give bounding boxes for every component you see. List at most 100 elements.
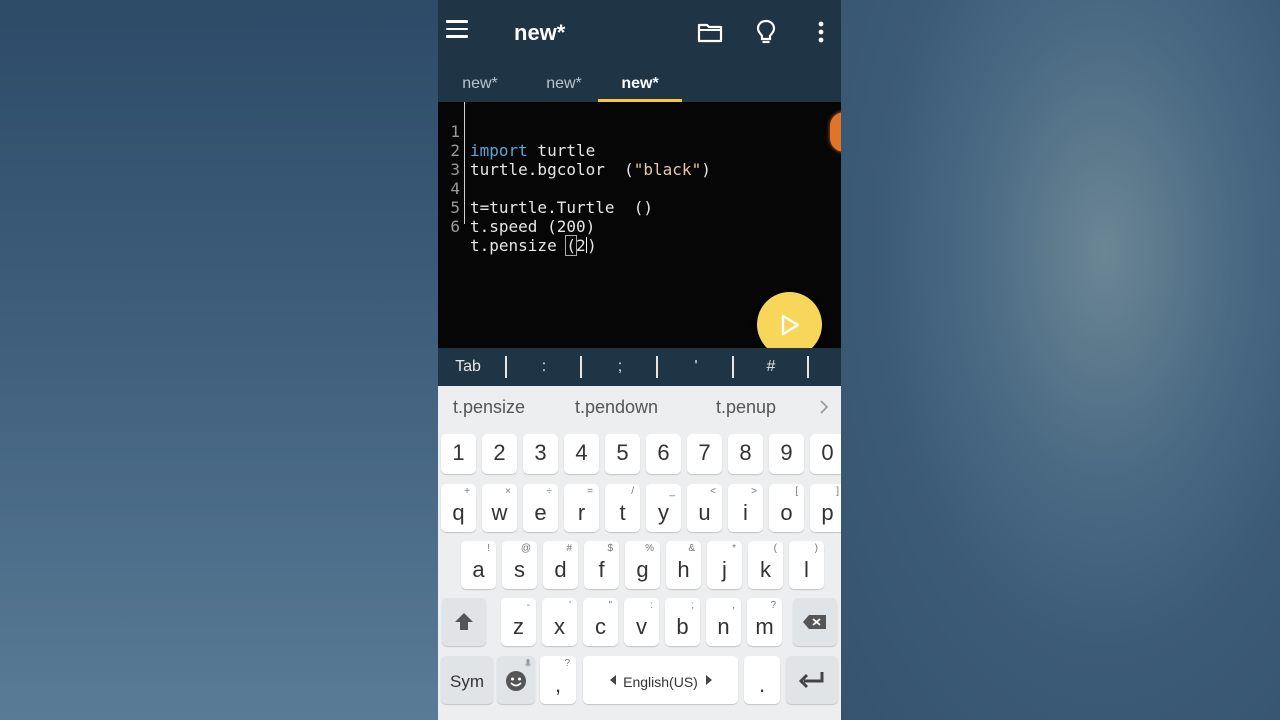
code-editor[interactable]: 1 import turtle 2 turtle.bgcolor ("black… [438, 102, 841, 357]
key-label: a [472, 557, 485, 582]
number-key-0[interactable]: 0 [810, 434, 841, 474]
key-secondary-label: # [566, 543, 572, 554]
letter-key-f[interactable]: $ f [584, 541, 619, 589]
sym-key[interactable]: Sym [441, 656, 493, 704]
matched-bracket: ( [565, 235, 577, 256]
tab-file-2[interactable]: new* [522, 66, 606, 102]
letter-key-z[interactable]: -z [501, 598, 536, 646]
tab-file-3-active[interactable]: new* [598, 66, 682, 102]
enter-key[interactable] [786, 656, 838, 704]
letter-key-o[interactable]: [o [769, 484, 804, 532]
shift-key[interactable] [442, 598, 486, 646]
key-label: o [780, 500, 793, 525]
letter-key-x[interactable]: ' x [542, 598, 577, 646]
key-secondary-label: / [631, 486, 634, 497]
letter-key-s[interactable]: @ s [502, 541, 537, 589]
key-label: d [554, 557, 567, 582]
symbol-key-semicolon[interactable]: ; [590, 348, 650, 386]
key-secondary-label: ) [814, 543, 818, 554]
lightbulb-icon[interactable] [753, 18, 779, 46]
key-label: x [554, 614, 565, 639]
letter-key-p[interactable]: ] p [810, 484, 841, 532]
divider [656, 356, 658, 378]
key-label: b [676, 614, 689, 639]
key-secondary-label: ] [836, 486, 839, 497]
key-label: f [598, 557, 605, 582]
emoji-key[interactable] [497, 656, 535, 704]
letter-key-l[interactable]: ) l [789, 541, 824, 589]
key-secondary-label: , [732, 600, 735, 611]
key-label: 0 [821, 440, 834, 465]
key-secondary-label: + [464, 486, 470, 497]
letter-key-y[interactable]: _ y [646, 484, 681, 532]
letter-key-r[interactable]: = r [564, 484, 599, 532]
letter-key-i[interactable]: > i [728, 484, 763, 532]
key-label: z [513, 614, 524, 639]
key-label: j [722, 557, 727, 582]
comma-label: , [554, 672, 562, 697]
letter-key-b[interactable]: ; b [665, 598, 700, 646]
symbol-key-tab[interactable]: Tab [438, 348, 498, 386]
symbol-shortcut-bar: Tab : ; ' # [438, 348, 841, 386]
folder-icon[interactable] [697, 18, 723, 46]
suggestion-2[interactable]: t.pendown [575, 386, 658, 428]
number-key-9[interactable]: 9 [769, 434, 804, 474]
letter-key-m[interactable]: ? m [747, 598, 782, 646]
letter-key-h[interactable]: & h [666, 541, 701, 589]
tab-file-1[interactable]: new* [438, 66, 522, 102]
period-key[interactable]: . [744, 656, 780, 704]
number-key-8[interactable]: 8 [728, 434, 763, 474]
chevron-right-icon[interactable] [818, 399, 830, 415]
letter-key-t[interactable]: / t [605, 484, 640, 532]
number-key-4[interactable]: 4 [564, 434, 599, 474]
key-secondary-label: ' [569, 600, 571, 611]
app-bar: new* [438, 0, 841, 66]
key-label: 3 [534, 440, 547, 465]
key-secondary-label: * [732, 543, 736, 554]
symbol-key-hash[interactable]: # [741, 348, 801, 386]
floating-side-button[interactable] [830, 112, 841, 152]
shift-arrow-icon [455, 613, 473, 630]
space-key[interactable]: English(US) [583, 656, 738, 704]
sym-label: Sym [450, 672, 484, 691]
key-secondary-label: ? [770, 600, 776, 611]
key-label: p [821, 500, 834, 525]
letter-key-e[interactable]: ÷ e [523, 484, 558, 532]
letter-key-w[interactable]: × w [482, 484, 517, 532]
overflow-menu-icon[interactable] [808, 18, 834, 46]
key-label: 6 [657, 440, 670, 465]
number-key-3[interactable]: 3 [523, 434, 558, 474]
letter-key-d[interactable]: # d [543, 541, 578, 589]
letter-key-u[interactable]: < u [687, 484, 722, 532]
key-secondary-label: ! [487, 543, 490, 554]
suggestion-3[interactable]: t.penup [716, 386, 776, 428]
letter-key-j[interactable]: * j [707, 541, 742, 589]
number-key-7[interactable]: 7 [687, 434, 722, 474]
key-secondary-label: < [710, 486, 716, 497]
letter-key-n[interactable]: ,n [706, 598, 741, 646]
period-label: . [758, 672, 766, 697]
letter-key-a[interactable]: ! a [461, 541, 496, 589]
number-key-5[interactable]: 5 [605, 434, 640, 474]
comma-key[interactable]: ? , [540, 656, 576, 704]
letter-key-v[interactable]: :v [624, 598, 659, 646]
letter-key-q[interactable]: + q [441, 484, 476, 532]
number-key-2[interactable]: 2 [482, 434, 517, 474]
backspace-key[interactable] [793, 598, 837, 646]
letter-key-g[interactable]: % g [625, 541, 660, 589]
divider [505, 356, 507, 378]
key-label: t [619, 500, 626, 525]
suggestion-1[interactable]: t.pensize [453, 386, 525, 428]
hamburger-menu-icon[interactable] [446, 20, 468, 38]
key-secondary-label: & [688, 543, 695, 554]
letter-key-c[interactable]: " c [583, 598, 618, 646]
key-label: 2 [493, 440, 506, 465]
comma-sub-label: ? [564, 658, 570, 669]
code-line: 3 [438, 141, 496, 179]
code-text: 2 [575, 236, 586, 255]
symbol-key-quote[interactable]: ' [666, 348, 726, 386]
letter-key-k[interactable]: (k [748, 541, 783, 589]
number-key-1[interactable]: 1 [441, 434, 476, 474]
number-key-6[interactable]: 6 [646, 434, 681, 474]
symbol-key-colon[interactable]: : [514, 348, 574, 386]
